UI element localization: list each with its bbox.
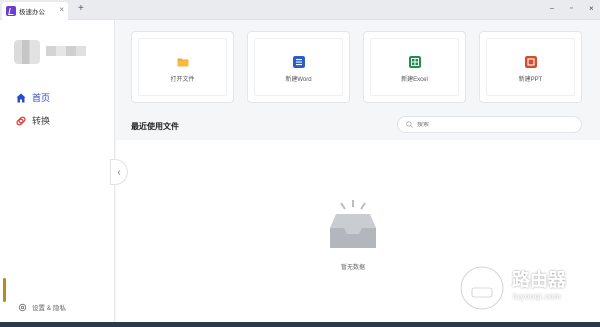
close-window-button[interactable]: × [589,5,594,13]
sidebar-item-label: 首页 [32,93,51,103]
convert-icon [16,116,26,125]
folder-icon [177,58,188,67]
title-bar: 极速办公 × + – ▫ × [0,0,600,20]
new-ppt-card[interactable]: 新建PPT [479,31,582,103]
os-taskbar [0,322,600,327]
empty-inbox-icon [330,200,376,248]
tab-app[interactable]: 极速办公 × [2,2,68,20]
new-word-card[interactable]: 新建Word [247,31,350,103]
tab-title: 极速办公 [19,9,45,16]
minimize-button[interactable]: – [550,5,554,13]
gear-icon [18,303,27,311]
sidebar-item-convert[interactable]: 转换 [16,114,50,127]
app-logo-icon [6,6,16,16]
card-label: 新建Excel [401,77,428,83]
card-label: 打开文件 [170,77,195,83]
tab-close-button[interactable]: × [59,6,64,14]
username-blurred [46,46,86,56]
watermark-title: 路由器 [512,270,566,290]
card-label: 新建PPT [518,77,543,83]
settings-label: 设置 & 隐私 [32,305,66,312]
settings-privacy-link[interactable]: 设置 & 隐私 [18,302,66,312]
sidebar-resize-handle[interactable] [3,278,6,302]
watermark-subtitle: luyouqi.com [513,292,562,301]
word-icon [292,56,305,68]
card-label: 新建Word [285,77,312,83]
sidebar: 首页 转换 设置 & 隐私 [0,20,115,322]
sidebar-item-label: 转换 [32,116,51,126]
new-excel-card[interactable]: 新建Excel [363,31,466,103]
excel-icon [408,56,421,68]
search-box[interactable] [397,116,582,133]
open-file-card[interactable]: 打开文件 [131,31,234,103]
chevron-left-icon: ‹ [117,166,121,178]
sidebar-item-home[interactable]: 首页 [16,91,50,104]
ppt-icon [524,56,537,68]
new-tab-button[interactable]: + [78,4,84,14]
home-icon [16,93,26,102]
avatar[interactable] [14,40,40,64]
recent-files-title: 最近使用文件 [131,122,179,131]
maximize-button[interactable]: ▫ [570,5,572,13]
search-icon [406,121,413,128]
search-input[interactable] [417,121,567,128]
empty-state-text: 暂无数据 [340,265,365,271]
